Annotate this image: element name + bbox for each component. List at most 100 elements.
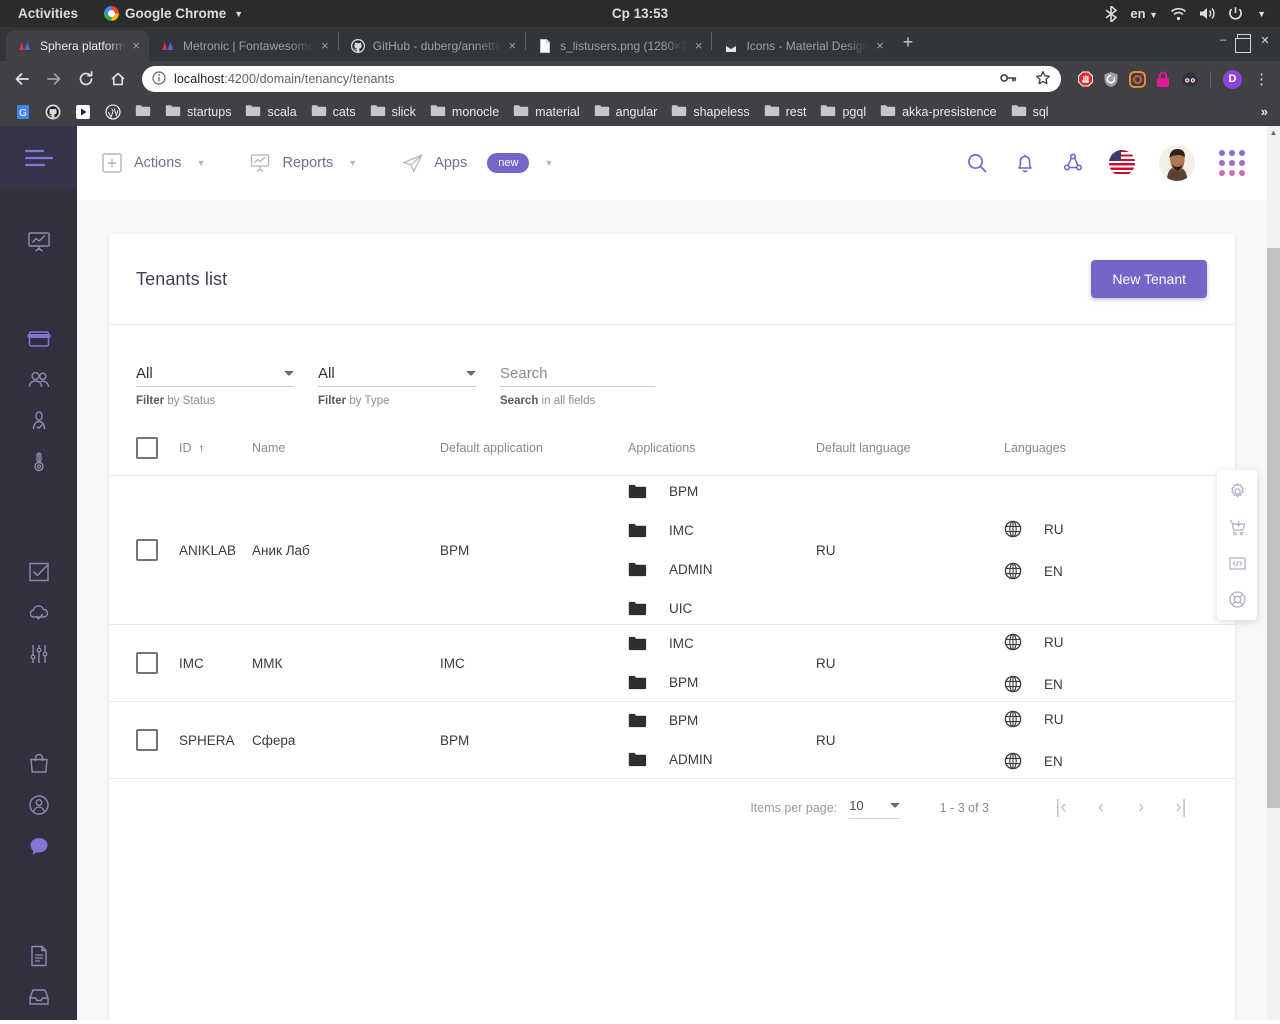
bookmark-pgql[interactable]: pgql xyxy=(813,101,873,123)
filter-status-select[interactable]: All xyxy=(136,361,294,387)
sidebar-item-equalizer[interactable] xyxy=(0,636,77,677)
close-icon[interactable]: × xyxy=(321,39,329,52)
lock-icon[interactable] xyxy=(1155,71,1172,88)
kebab-menu-icon[interactable]: ⋮ xyxy=(1251,72,1272,87)
bookmark-shapeless[interactable]: shapeless xyxy=(664,101,756,123)
close-icon[interactable]: × xyxy=(509,39,517,52)
column-header-applications[interactable]: Applications xyxy=(620,437,809,476)
reload-icon[interactable] xyxy=(72,65,100,93)
row-checkbox[interactable] xyxy=(136,539,158,561)
select-all-checkbox[interactable] xyxy=(136,437,158,459)
close-icon[interactable]: × xyxy=(695,39,703,52)
home-icon[interactable] xyxy=(104,65,132,93)
sidebar-item-documents[interactable] xyxy=(0,938,77,979)
browser-tab[interactable]: GitHub - duberg/annette × xyxy=(339,30,525,61)
cart-download-icon[interactable] xyxy=(1228,518,1246,536)
bookmark-cats[interactable]: cats xyxy=(304,101,363,123)
page-scrollbar-thumb[interactable] xyxy=(1267,248,1280,808)
sidebar-item-inbox[interactable] xyxy=(0,979,77,1020)
bookmark-sql[interactable]: sql xyxy=(1004,101,1056,123)
filter-type[interactable]: All Filter by Type xyxy=(318,361,476,407)
filter-type-select[interactable]: All xyxy=(318,361,476,387)
header-menu-apps[interactable]: Apps new ▼ xyxy=(401,152,553,174)
volume-icon[interactable] xyxy=(1199,6,1216,21)
table-row[interactable]: SPHERA Сфера BPM BPM ADMIN RU RU EN xyxy=(109,701,1235,779)
apps-grid-icon[interactable] xyxy=(1219,150,1245,176)
bookmark-akka-presistence[interactable]: akka-presistence xyxy=(873,101,1004,123)
gear-icon[interactable] xyxy=(1228,482,1246,500)
search-input[interactable]: Search xyxy=(500,365,548,382)
sidebar-item-shop[interactable] xyxy=(0,746,77,787)
shield-icon[interactable] xyxy=(1103,71,1120,88)
bookmark-item[interactable]: G xyxy=(8,101,38,123)
back-arrow-icon[interactable] xyxy=(8,65,36,93)
browser-tab[interactable]: s_listusers.png (1280×1 × xyxy=(526,30,711,61)
bluetooth-icon[interactable] xyxy=(1104,4,1118,24)
profile-avatar-button[interactable]: D xyxy=(1223,69,1242,89)
bookmark-startups[interactable]: startups xyxy=(158,101,238,123)
bell-icon[interactable] xyxy=(1013,151,1037,175)
search-icon[interactable] xyxy=(965,151,989,175)
clock[interactable]: Ср 13:53 xyxy=(612,6,668,21)
ninja-icon[interactable] xyxy=(1181,71,1198,88)
key-icon[interactable] xyxy=(1000,71,1017,88)
close-window-button[interactable]: ✕ xyxy=(1254,30,1276,50)
sidebar-logo[interactable] xyxy=(0,126,77,190)
star-icon[interactable] xyxy=(1035,70,1051,89)
browser-tab[interactable]: Sphera platform × xyxy=(6,30,149,61)
chevron-down-icon[interactable]: ▼ xyxy=(1257,9,1266,19)
column-header-default-application[interactable]: Default application xyxy=(432,437,621,476)
wifi-icon[interactable] xyxy=(1170,7,1187,21)
activities-button[interactable]: Activities xyxy=(10,6,86,21)
maximize-button[interactable] xyxy=(1235,33,1251,53)
page-scrollbar-track[interactable]: ▲ xyxy=(1267,126,1280,1020)
new-tenant-button[interactable]: New Tenant xyxy=(1091,260,1207,298)
sidebar-item-cloud[interactable] xyxy=(0,595,77,636)
info-icon[interactable] xyxy=(152,70,166,88)
close-icon[interactable]: × xyxy=(132,39,140,52)
row-checkbox[interactable] xyxy=(136,729,158,751)
prev-page-button[interactable]: ‹ xyxy=(1081,797,1121,819)
header-menu-actions[interactable]: Actions ▼ xyxy=(101,152,205,174)
table-row[interactable]: IMC ММК IMC IMC BPM RU RU EN xyxy=(109,624,1235,702)
code-icon[interactable] xyxy=(1228,554,1246,572)
power-icon[interactable] xyxy=(1228,6,1243,21)
table-row[interactable]: ANIKLAB Аник Лаб BPM BPM IMC ADMIN UIC RU RU EN xyxy=(109,475,1235,625)
bookmark-item[interactable] xyxy=(128,101,158,123)
instagram-icon[interactable] xyxy=(1129,70,1146,88)
scroll-up-arrow-icon[interactable]: ▲ xyxy=(1267,126,1280,139)
keyboard-layout[interactable]: en ▼ xyxy=(1130,6,1158,21)
browser-tab[interactable]: Icons - Material Design × xyxy=(712,30,892,61)
sidebar-item-chat[interactable] xyxy=(0,828,77,869)
column-header-id[interactable]: ID ↑ xyxy=(171,437,245,476)
search-field[interactable]: Search Search in all fields xyxy=(500,361,655,407)
bookmark-item[interactable] xyxy=(68,101,98,123)
adblock-icon[interactable] xyxy=(1077,71,1094,88)
last-page-button[interactable]: ›| xyxy=(1161,797,1201,819)
bookmark-angular[interactable]: angular xyxy=(587,101,665,123)
items-per-page-select[interactable]: 10 xyxy=(849,798,900,819)
sidebar-item-dashboard[interactable] xyxy=(0,224,77,265)
column-header-languages[interactable]: Languages xyxy=(996,437,1235,476)
lifebuoy-icon[interactable] xyxy=(1228,590,1246,608)
bookmark-scala[interactable]: scala xyxy=(238,101,303,123)
bookmark-monocle[interactable]: monocle xyxy=(423,101,506,123)
close-icon[interactable]: × xyxy=(876,39,884,52)
new-tab-button[interactable]: + xyxy=(893,32,924,57)
header-menu-reports[interactable]: Reports ▼ xyxy=(249,152,357,174)
row-checkbox[interactable] xyxy=(136,652,158,674)
bookmark-slick[interactable]: slick xyxy=(363,101,423,123)
next-page-button[interactable]: › xyxy=(1121,797,1161,819)
bookmark-item[interactable] xyxy=(98,101,128,123)
forward-arrow-icon[interactable] xyxy=(40,65,68,93)
bookmark-rest[interactable]: rest xyxy=(757,101,814,123)
active-app-menu[interactable]: Google Chrome ▼ xyxy=(104,6,243,21)
browser-tab[interactable]: Metronic | Fontawesome × xyxy=(149,30,338,61)
sidebar-item-profile[interactable] xyxy=(0,787,77,828)
avatar[interactable] xyxy=(1159,145,1195,181)
column-header-default-language[interactable]: Default language xyxy=(808,437,997,476)
first-page-button[interactable]: |‹ xyxy=(1041,797,1081,819)
search-input-wrap[interactable]: Search xyxy=(500,361,655,387)
sidebar-item-person-check[interactable] xyxy=(0,403,77,444)
sidebar-item-briefcase[interactable] xyxy=(0,321,77,362)
